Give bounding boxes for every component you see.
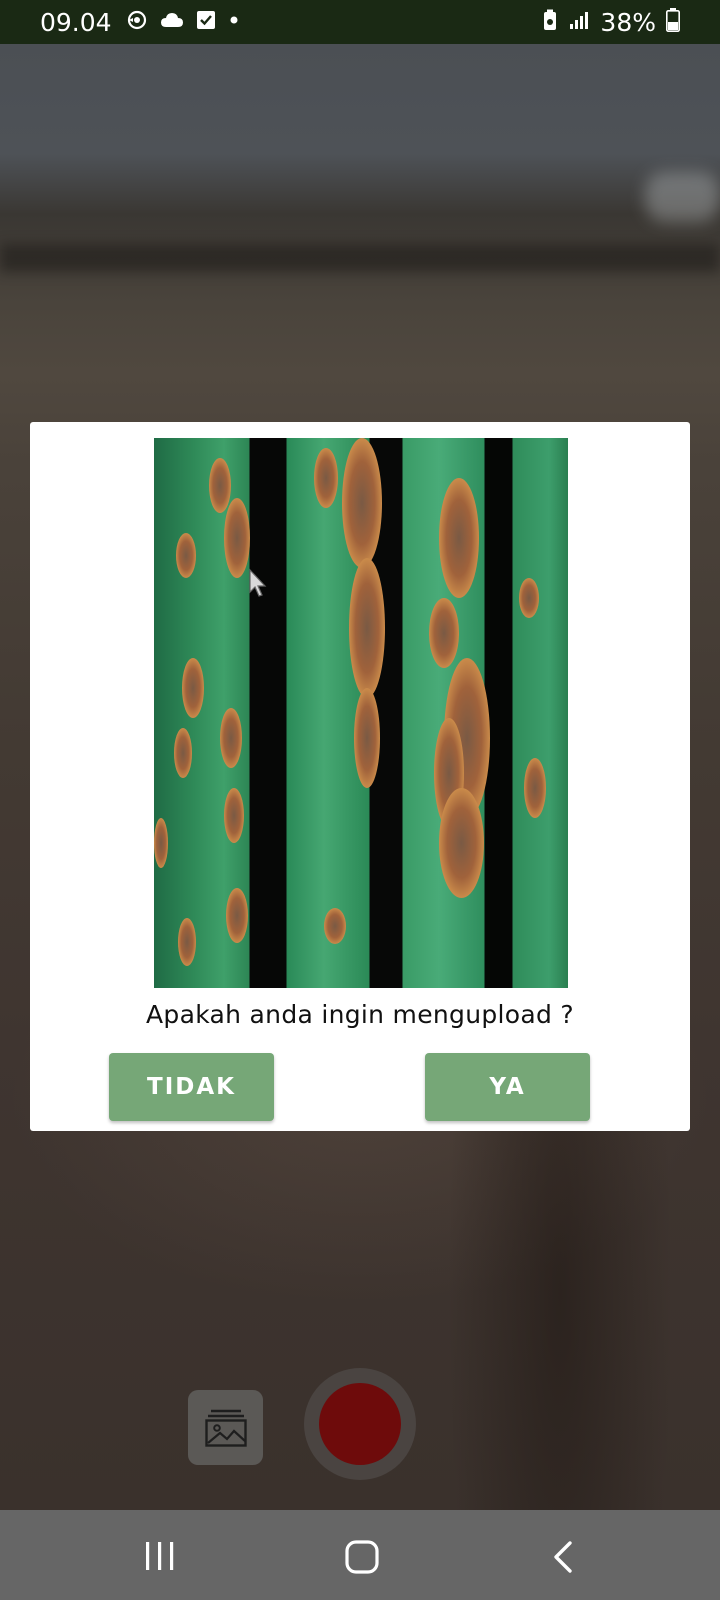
home-icon[interactable] <box>345 1540 379 1574</box>
gallery-button[interactable] <box>188 1390 263 1465</box>
status-right: 38% <box>542 7 680 37</box>
cloud-icon <box>160 11 184 34</box>
rice-leaf-photo <box>154 438 568 988</box>
shutter-ring <box>304 1368 416 1480</box>
upload-confirm-dialog: Apakah anda ingin mengupload ? TIDAK YA <box>30 422 690 1131</box>
battery-icon <box>666 7 680 37</box>
back-icon[interactable] <box>550 1540 576 1574</box>
gallery-icon <box>204 1409 247 1447</box>
status-left-icons <box>126 9 240 36</box>
checkbox-icon <box>196 10 216 35</box>
sync-icon <box>126 9 148 36</box>
dot-icon <box>228 13 240 31</box>
navigation-bar <box>0 1510 720 1600</box>
no-button[interactable]: TIDAK <box>109 1053 274 1121</box>
recent-apps-icon[interactable] <box>143 1540 177 1572</box>
cursor-icon <box>249 568 267 597</box>
status-bar: 09.04 38% <box>0 0 720 44</box>
shutter-button[interactable] <box>319 1383 401 1465</box>
yes-button[interactable]: YA <box>425 1053 590 1121</box>
status-time: 09.04 <box>40 7 112 37</box>
battery-saver-icon <box>542 9 558 36</box>
battery-percent: 38% <box>600 7 656 37</box>
upload-question: Apakah anda ingin mengupload ? <box>146 1000 574 1029</box>
signal-icon <box>568 10 590 35</box>
